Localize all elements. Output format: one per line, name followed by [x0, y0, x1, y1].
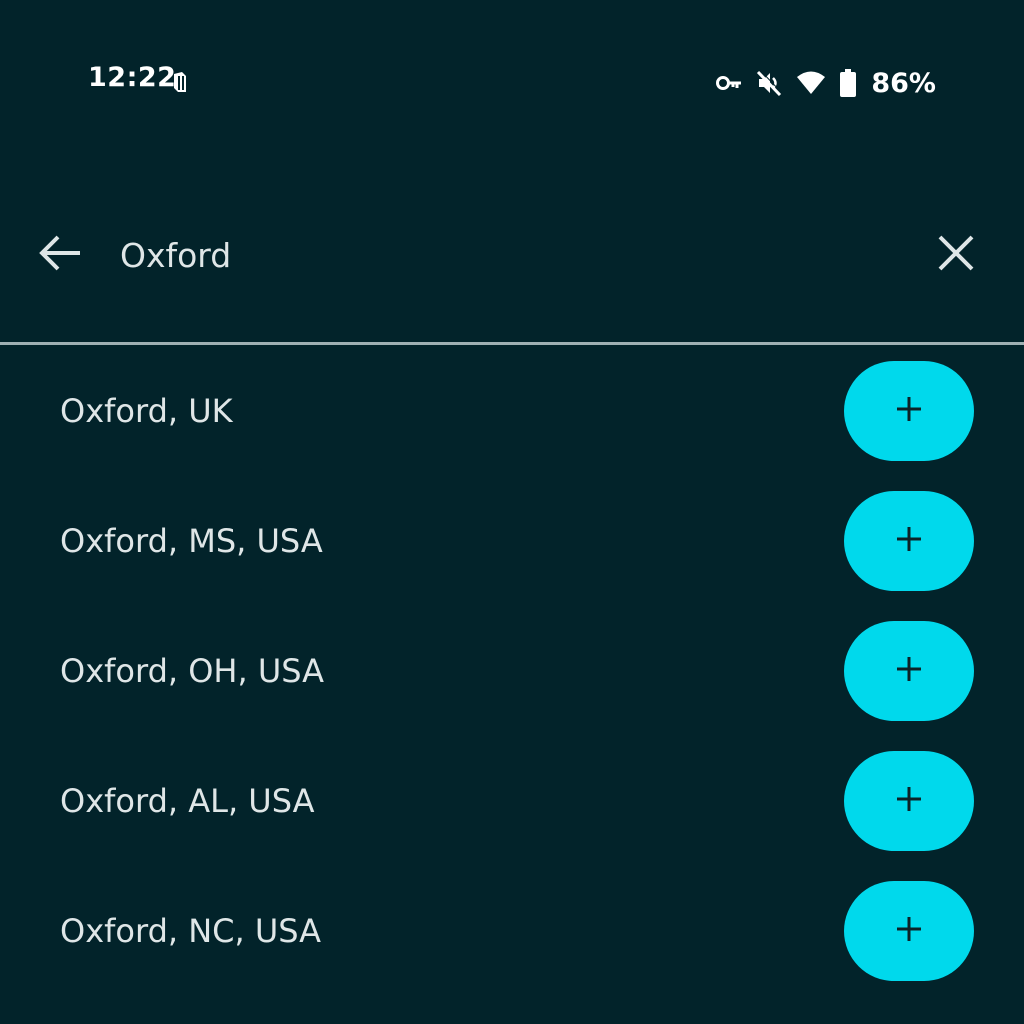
- add-city-button[interactable]: [844, 361, 974, 461]
- result-row[interactable]: Oxford, UK: [0, 346, 1024, 476]
- result-label: Oxford, OH, USA: [60, 652, 325, 690]
- result-row[interactable]: Oxford, MS, USA: [0, 476, 1024, 606]
- result-row[interactable]: Oxford, NC, USA: [0, 866, 1024, 996]
- search-input[interactable]: [120, 230, 880, 280]
- wifi-icon: [795, 68, 827, 98]
- results-list: Oxford, UK Oxford, MS, USA Oxford, OH, U…: [0, 346, 1024, 996]
- status-bar: 12:22 86%: [0, 0, 1024, 170]
- arrow-left-icon: [38, 233, 82, 277]
- add-city-button[interactable]: [844, 881, 974, 981]
- result-row[interactable]: Oxford, OH, USA: [0, 606, 1024, 736]
- search-divider: [0, 342, 1024, 345]
- screen: 12:22 86% Oxford Oxford, UK Oxford, MS, …: [0, 0, 1024, 1024]
- plus-icon: [895, 525, 923, 557]
- close-icon: [937, 234, 975, 276]
- result-label: Oxford, AL, USA: [60, 782, 315, 820]
- result-label: Oxford, UK: [60, 392, 233, 430]
- mute-icon: [755, 68, 783, 98]
- battery-percent: 86%: [871, 67, 936, 99]
- status-icons: 86%: [715, 62, 936, 104]
- plus-icon: [895, 915, 923, 947]
- plus-icon: [895, 785, 923, 817]
- back-button[interactable]: [30, 228, 90, 282]
- result-label: Oxford, NC, USA: [60, 912, 322, 950]
- notification-icon: [170, 70, 194, 96]
- status-time: 12:22: [88, 62, 177, 93]
- battery-icon: [839, 68, 857, 98]
- search-bar: [0, 210, 1024, 300]
- plus-icon: [895, 655, 923, 687]
- plus-icon: [895, 395, 923, 427]
- clear-search-button[interactable]: [928, 228, 984, 282]
- vpn-key-icon: [715, 68, 743, 98]
- add-city-button[interactable]: [844, 491, 974, 591]
- add-city-button[interactable]: [844, 621, 974, 721]
- result-row[interactable]: Oxford, AL, USA: [0, 736, 1024, 866]
- result-label: Oxford, MS, USA: [60, 522, 323, 560]
- add-city-button[interactable]: [844, 751, 974, 851]
